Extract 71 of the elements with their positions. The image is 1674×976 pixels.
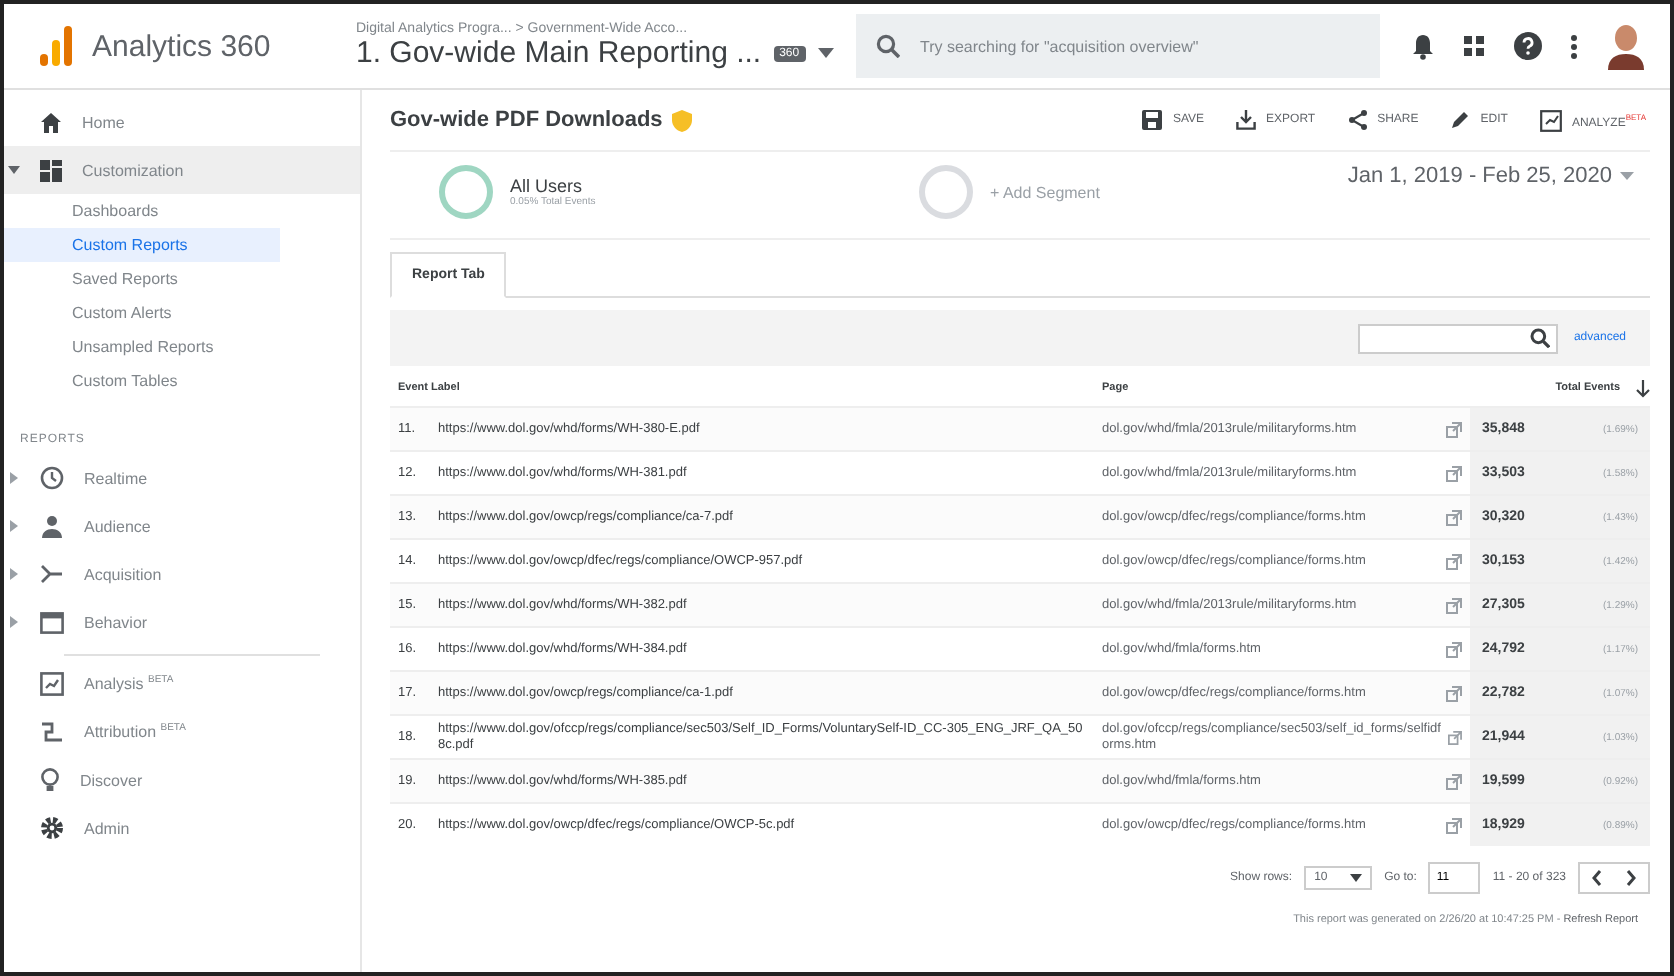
external-link-icon[interactable] [1446,817,1462,833]
home-icon [40,111,62,133]
chevron-left-icon [1592,870,1602,886]
external-link-icon[interactable] [1446,421,1462,437]
dashboard-grid-icon [40,159,62,181]
external-link-icon[interactable] [1446,465,1462,481]
nav-item[interactable]: Audience [4,502,360,550]
report-icon [1539,109,1562,131]
caret-icon [1350,874,1363,882]
nav-item[interactable]: Admin [4,804,360,852]
clock-icon [40,466,64,490]
path-icon [40,720,64,744]
nav-subitem[interactable]: Dashboards [4,194,280,228]
table-search-field[interactable] [1357,323,1558,353]
caret-icon [8,520,18,532]
lightbulb-icon [40,768,60,792]
external-link-icon[interactable] [1446,553,1462,569]
nav-subitem[interactable]: Unsampled Reports [4,330,280,364]
external-link-icon[interactable] [1446,509,1462,525]
search-icon [1529,328,1550,348]
merge-arrows-icon [40,562,64,586]
nav-subitem[interactable]: Custom Tables [4,364,280,398]
apps-icon[interactable] [1462,34,1486,58]
nav-item[interactable]: Realtime [4,454,360,502]
product-name: Analytics 360 [92,29,271,63]
segment-ring-icon [438,164,494,220]
segment-name[interactable]: + Add Segment [990,183,1100,201]
segment-name[interactable]: All Users [510,176,596,196]
sort-arrow-icon[interactable] [1636,379,1650,397]
nav-item[interactable]: Behavior [4,598,360,646]
help-icon[interactable] [1514,32,1542,60]
external-link-icon[interactable] [1446,641,1462,657]
date-range-picker[interactable]: Jan 1, 2019 - Feb 25, 2020 [1347,164,1650,188]
more-icon[interactable] [1570,33,1578,59]
caret-icon [1620,172,1634,180]
nav-item[interactable]: Customization [4,146,360,194]
bar-chart-logo-icon [40,26,72,66]
caret-icon [8,616,18,628]
nav-subitem[interactable]: Saved Reports [4,262,280,296]
search-icon [876,34,900,58]
search-field[interactable]: Try searching for "acquisition overview" [856,14,1380,78]
chart-document-icon [40,672,64,696]
chevron-right-icon [1626,870,1636,886]
caret-icon [8,568,18,580]
nav-subitem[interactable]: Custom Alerts [4,296,280,330]
caret-icon[interactable] [817,48,834,58]
view-selector[interactable]: 1. Gov-wide Main Reporting ... [356,36,762,70]
external-link-icon[interactable] [1446,597,1462,613]
nav-item[interactable]: Attribution $^{BETA}$ [4,708,360,756]
notifications-icon[interactable] [1412,33,1434,59]
avatar-icon[interactable] [1606,22,1646,70]
report-title: Gov-wide PDF Downloads [390,108,663,132]
caret-icon [8,472,18,484]
settings-icon [40,816,64,840]
external-link-icon[interactable] [1446,773,1462,789]
nav-item[interactable]: Analysis $^{BETA}$ [4,660,360,708]
share-icon [1347,110,1368,130]
pencil-icon [1450,110,1471,130]
nav-item[interactable]: Acquisition [4,550,360,598]
nav-item[interactable]: Home [4,98,360,146]
save-icon [1142,110,1163,130]
download-icon [1236,110,1257,130]
shield-check-icon [672,109,693,131]
caret-icon [8,164,20,176]
browser-window-icon [40,611,64,633]
person-icon [40,514,64,538]
nav-item[interactable]: Discover [4,756,360,804]
nav-subitem[interactable]: Custom Reports [4,228,280,262]
external-link-icon[interactable] [1448,729,1462,745]
empty-ring-icon [918,164,974,220]
external-link-icon[interactable] [1446,685,1462,701]
